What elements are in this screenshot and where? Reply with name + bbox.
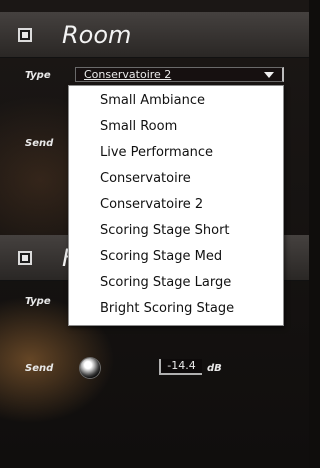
dropdown-item-scoring-stage-large[interactable]: Scoring Stage Large (100, 275, 231, 291)
effects-panel: Room Type Conservatoire 2 Send F Type Se… (0, 0, 309, 468)
dropdown-item-scoring-stage-short[interactable]: Scoring Stage Short (100, 223, 230, 239)
room-section-header: Room (0, 12, 309, 58)
room-type-select[interactable]: Conservatoire 2 (75, 67, 284, 82)
send-unit-label: dB (207, 363, 222, 374)
room-type-value: Conservatoire 2 (84, 68, 172, 81)
room-section-title: Room (62, 21, 132, 49)
dropdown-item-live-performance[interactable]: Live Performance (100, 145, 213, 161)
room-enable-checkbox[interactable] (18, 28, 32, 42)
second-type-label: Type (25, 296, 51, 307)
second-enable-checkbox[interactable] (18, 251, 32, 265)
dropdown-item-small-ambiance[interactable]: Small Ambiance (100, 93, 205, 109)
room-type-dropdown: Small Ambiance Small Room Live Performan… (68, 85, 284, 326)
dropdown-item-conservatoire[interactable]: Conservatoire (100, 171, 191, 187)
dropdown-item-bright-scoring-stage[interactable]: Bright Scoring Stage (100, 301, 234, 317)
room-send-label: Send (25, 138, 54, 149)
dropdown-item-conservatoire-2[interactable]: Conservatoire 2 (100, 197, 203, 213)
send-value-field[interactable]: -14.4 (159, 359, 202, 375)
room-type-label: Type (25, 70, 51, 81)
dropdown-item-small-room[interactable]: Small Room (100, 119, 177, 135)
dropdown-item-scoring-stage-med[interactable]: Scoring Stage Med (100, 249, 222, 265)
second-send-label: Send (25, 363, 54, 374)
chevron-down-icon[interactable] (264, 72, 274, 78)
send-knob[interactable] (80, 358, 100, 378)
